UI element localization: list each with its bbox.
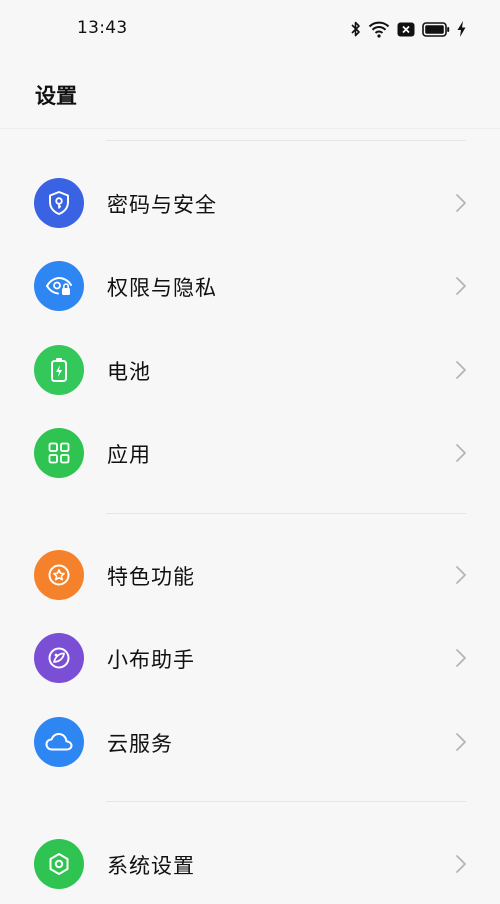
battery-icon [422,21,450,37]
menu-item-assistant[interactable]: 小布助手 [0,618,500,698]
assistant-icon [48,647,70,669]
menu-item-password-security[interactable]: 密码与安全 [0,163,500,243]
menu-item-label: 小布助手 [107,648,195,672]
menu-item-battery[interactable]: 电池 [0,330,500,410]
menu-item-label: 云服务 [107,732,173,756]
chevron-right-icon [456,194,466,212]
section-divider [106,801,466,802]
header: 设置 [0,56,500,129]
chevron-right-icon [456,277,466,295]
app-grid-icon [48,442,70,464]
shield-key-icon [49,191,69,215]
icon-badge [34,345,84,395]
chevron-right-icon [456,444,466,462]
icon-badge [34,633,84,683]
menu-item-label: 密码与安全 [107,193,217,217]
menu-item-label: 系统设置 [107,854,195,878]
icon-badge [34,839,84,889]
bluetooth-icon [351,21,360,37]
menu-item-label: 电池 [107,360,151,384]
icon-badge [34,428,84,478]
status-icons [351,18,466,40]
charging-icon [457,21,466,37]
wifi-icon [368,21,390,38]
menu-item-label: 应用 [107,443,151,467]
cloud-icon [45,733,73,751]
menu-item-label: 权限与隐私 [107,276,217,300]
icon-badge [34,261,84,311]
menu-item-permissions-privacy[interactable]: 权限与隐私 [0,246,500,326]
section-divider [106,513,466,514]
icon-badge [34,178,84,228]
menu-item-featured[interactable]: 特色功能 [0,535,500,615]
chevron-right-icon [456,649,466,667]
sim-off-icon [397,22,415,36]
status-time: 13:43 [77,18,128,38]
menu-item-label: 特色功能 [107,565,195,589]
status-bar: 13:43 [0,0,500,56]
gear-hex-icon [49,853,69,875]
menu-item-cloud-service[interactable]: 云服务 [0,702,500,782]
chevron-right-icon [456,733,466,751]
star-badge-icon [48,564,70,586]
chevron-right-icon [456,361,466,379]
icon-badge [34,717,84,767]
section-divider [106,140,466,141]
chevron-right-icon [456,855,466,873]
icon-badge [34,550,84,600]
page-title: 设置 [35,84,77,108]
menu-item-system-settings[interactable]: 系统设置 [0,824,500,904]
menu-item-apps[interactable]: 应用 [0,413,500,493]
battery-charge-icon [51,358,67,382]
chevron-right-icon [456,566,466,584]
eye-lock-icon [46,276,72,295]
